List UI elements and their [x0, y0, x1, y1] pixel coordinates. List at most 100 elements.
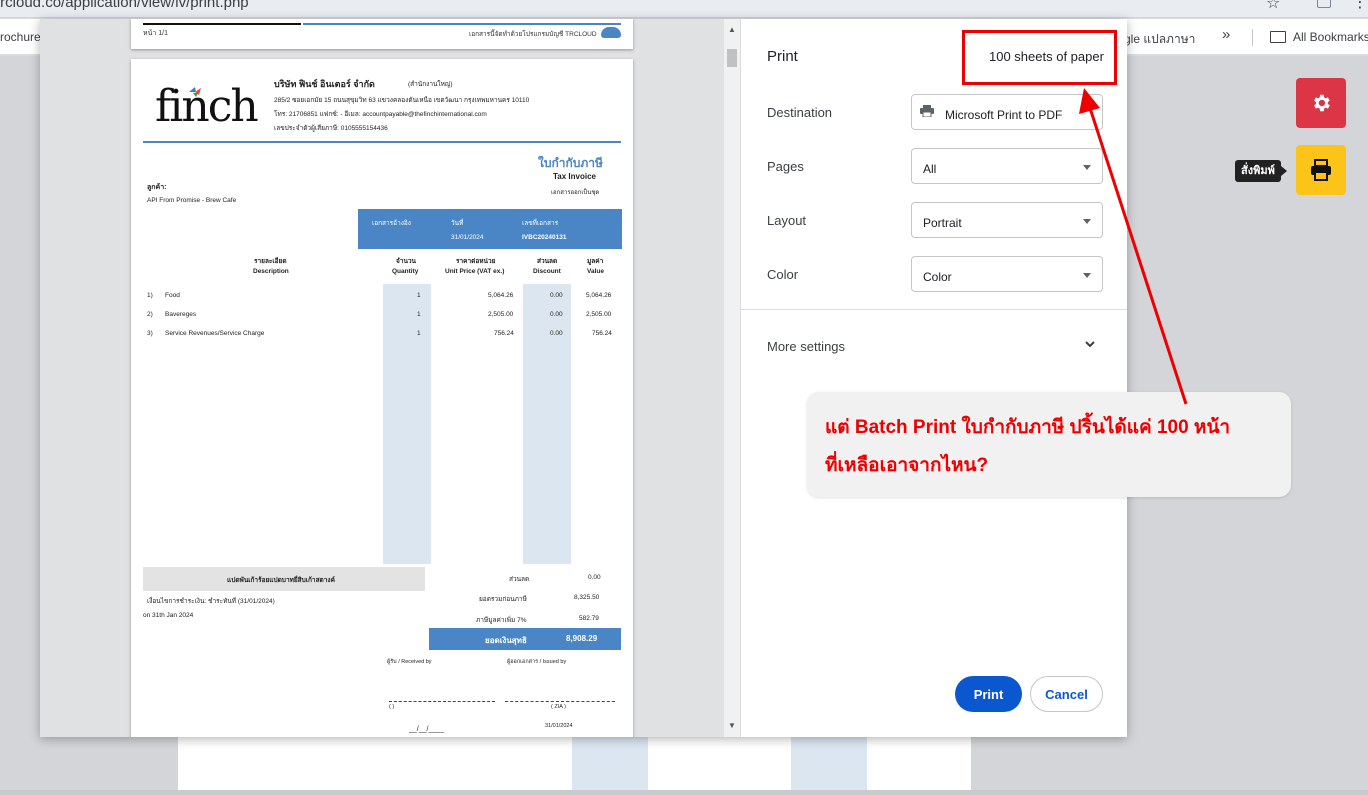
gear-icon	[1314, 94, 1330, 112]
chevron-down-icon	[1083, 273, 1091, 278]
issued-by-label: ผู้ออกเอกสาร / Issued by	[507, 659, 567, 665]
rule	[143, 23, 301, 25]
column-shade	[572, 735, 648, 790]
print-preview[interactable]: หน้า 1/1 เอกสารนี้จัดทำด้วยโปรแกรมบัญชี …	[40, 19, 740, 737]
bookmark-item-translate[interactable]: gle แปลภาษา	[1124, 30, 1195, 49]
color-label: Color	[767, 267, 799, 282]
print-side-button[interactable]	[1296, 145, 1346, 195]
chevron-down-icon[interactable]	[1083, 337, 1097, 351]
row-disc: 0.00	[550, 311, 563, 318]
company-tax-id: เลขประจำตัวผู้เสียภาษี: 0105555154436	[274, 125, 388, 132]
pages-value: All	[923, 162, 937, 176]
bookmark-star-icon[interactable]: ☆	[1266, 0, 1280, 13]
scroll-down-arrow-icon[interactable]: ▼	[728, 721, 736, 730]
chevron-down-icon	[1083, 219, 1091, 224]
row-desc: Food	[165, 292, 180, 299]
col-price-en: Unit Price (VAT ex.)	[445, 268, 505, 275]
underlying-invoice-page	[178, 735, 971, 790]
annotation-highlight-box	[962, 30, 1117, 85]
print-tooltip: สั่งพิมพ์	[1235, 160, 1287, 182]
date-note: on 31th Jan 2024	[143, 612, 194, 619]
row-value: 2,505.00	[586, 311, 612, 318]
row-price: 5,064.26	[488, 292, 514, 299]
page-bottom-strip	[0, 790, 1368, 795]
divider	[741, 309, 1127, 310]
discount-value: 0.00	[588, 574, 601, 581]
rule	[303, 23, 621, 25]
cancel-button[interactable]: Cancel	[1030, 676, 1103, 712]
header-rule	[143, 141, 621, 143]
company-branch: (สำนักงานใหญ่)	[408, 81, 453, 88]
address-bar[interactable]: trcloud.co/application/view/iv/print.php…	[0, 0, 1368, 18]
docno-label: เลขที่เอกสาร	[522, 220, 559, 227]
date-value: 31/01/2024	[451, 234, 484, 241]
all-bookmarks-link[interactable]: All Bookmarks	[1293, 30, 1368, 44]
trcloud-logo-icon	[601, 27, 621, 38]
customer-label: ลูกค้า:	[147, 184, 167, 191]
docno-value: IVBC20240131	[522, 234, 567, 241]
doc-info-box: เอกสารอ้างอิง วันที่ 31/01/2024 เลขที่เอ…	[358, 209, 622, 249]
row-qty: 1	[417, 330, 421, 337]
settings-button[interactable]	[1296, 78, 1346, 128]
scrollbar-thumb[interactable]	[727, 49, 737, 67]
pages-select[interactable]: All	[911, 148, 1103, 184]
doc-title-en: Tax Invoice	[553, 172, 596, 181]
annotation-callout: แต่ Batch Print ใบกำกับภาษี ปริ้นได้แค่ …	[807, 392, 1291, 497]
issuer-name: ( ZIA )	[551, 704, 566, 710]
preview-page-invoice: finch บริษัท ฟินช์ อินเตอร์ จำกัด (สำนัก…	[131, 59, 633, 737]
print-title: Print	[767, 48, 798, 65]
extension-icon[interactable]	[1317, 0, 1331, 8]
row-no: 3)	[147, 330, 153, 337]
subtotal-value: 8,325.50	[574, 594, 600, 601]
url-text[interactable]: trcloud.co/application/view/iv/print.php	[0, 0, 249, 11]
destination-select[interactable]: Microsoft Print to PDF	[911, 94, 1103, 130]
row-qty: 1	[417, 311, 421, 318]
printer-icon	[920, 105, 934, 117]
print-button[interactable]: Print	[955, 676, 1022, 712]
discount-column-shade	[523, 284, 571, 564]
row-price: 2,505.00	[488, 311, 514, 318]
bookmark-item[interactable]: rochure:	[0, 30, 44, 44]
color-value: Color	[923, 270, 952, 284]
callout-line-2: ที่เหลือเอาจากไหน?	[825, 455, 989, 476]
col-price-th: ราคาต่อหน่วย	[456, 258, 496, 265]
row-disc: 0.00	[550, 292, 563, 299]
bookmarks-overflow-icon[interactable]: »	[1222, 26, 1230, 43]
row-value: 5,064.26	[586, 292, 612, 299]
layout-select[interactable]: Portrait	[911, 202, 1103, 238]
col-val-th: มูลค่า	[587, 258, 604, 265]
chevron-down-icon	[1083, 165, 1091, 170]
signature-line	[505, 701, 615, 702]
row-price: 756.24	[494, 330, 514, 337]
more-settings-toggle[interactable]: More settings	[767, 339, 845, 354]
vat-value: 582.79	[579, 615, 599, 622]
menu-dots-icon[interactable]: ⋮	[1352, 0, 1368, 12]
scroll-up-arrow-icon[interactable]: ▲	[728, 25, 736, 34]
date-label: วันที่	[451, 220, 464, 227]
received-by-label: ผู้รับ / Received by	[387, 659, 432, 665]
net-value: 8,908.29	[566, 634, 598, 643]
discount-label: ส่วนลด	[509, 576, 530, 583]
customer-name: API From Promise - Brew Cafe	[147, 197, 237, 204]
destination-value: Microsoft Print to PDF	[945, 108, 1063, 122]
col-disc-en: Discount	[533, 268, 561, 275]
company-contact: โทร: 21706851 แฟกซ์: - อีเมล: accountpay…	[274, 111, 487, 118]
preview-page-previous: หน้า 1/1 เอกสารนี้จัดทำด้วยโปรแกรมบัญชี …	[131, 19, 633, 49]
preview-scrollbar[interactable]: ▲ ▼	[724, 19, 740, 737]
row-disc: 0.00	[550, 330, 563, 337]
folder-icon[interactable]	[1270, 31, 1286, 43]
bookmarks-divider	[1252, 29, 1253, 46]
company-name: บริษัท ฟินช์ อินเตอร์ จำกัด	[274, 79, 375, 89]
amount-in-words: แปดพันเก้าร้อยแปดบาทยี่สิบเก้าสตางค์	[227, 577, 335, 584]
callout-line-1: แต่ Batch Print ใบกำกับภาษี ปริ้นได้แค่ …	[825, 417, 1231, 438]
pages-label: Pages	[767, 159, 804, 174]
print-settings-panel: Print 100 sheets of paper Destination Mi…	[740, 19, 1127, 737]
color-select[interactable]: Color	[911, 256, 1103, 292]
page-footer: เอกสารนี้จัดทำด้วยโปรแกรมบัญชี TRCLOUD	[469, 31, 597, 38]
ref-label: เอกสารอ้างอิง	[372, 220, 411, 227]
col-disc-th: ส่วนลด	[537, 258, 558, 265]
amount-in-words-box: แปดพันเก้าร้อยแปดบาทยี่สิบเก้าสตางค์	[143, 567, 425, 591]
finch-logo: finch	[155, 81, 259, 132]
col-val-en: Value	[587, 268, 604, 275]
destination-label: Destination	[767, 105, 833, 120]
